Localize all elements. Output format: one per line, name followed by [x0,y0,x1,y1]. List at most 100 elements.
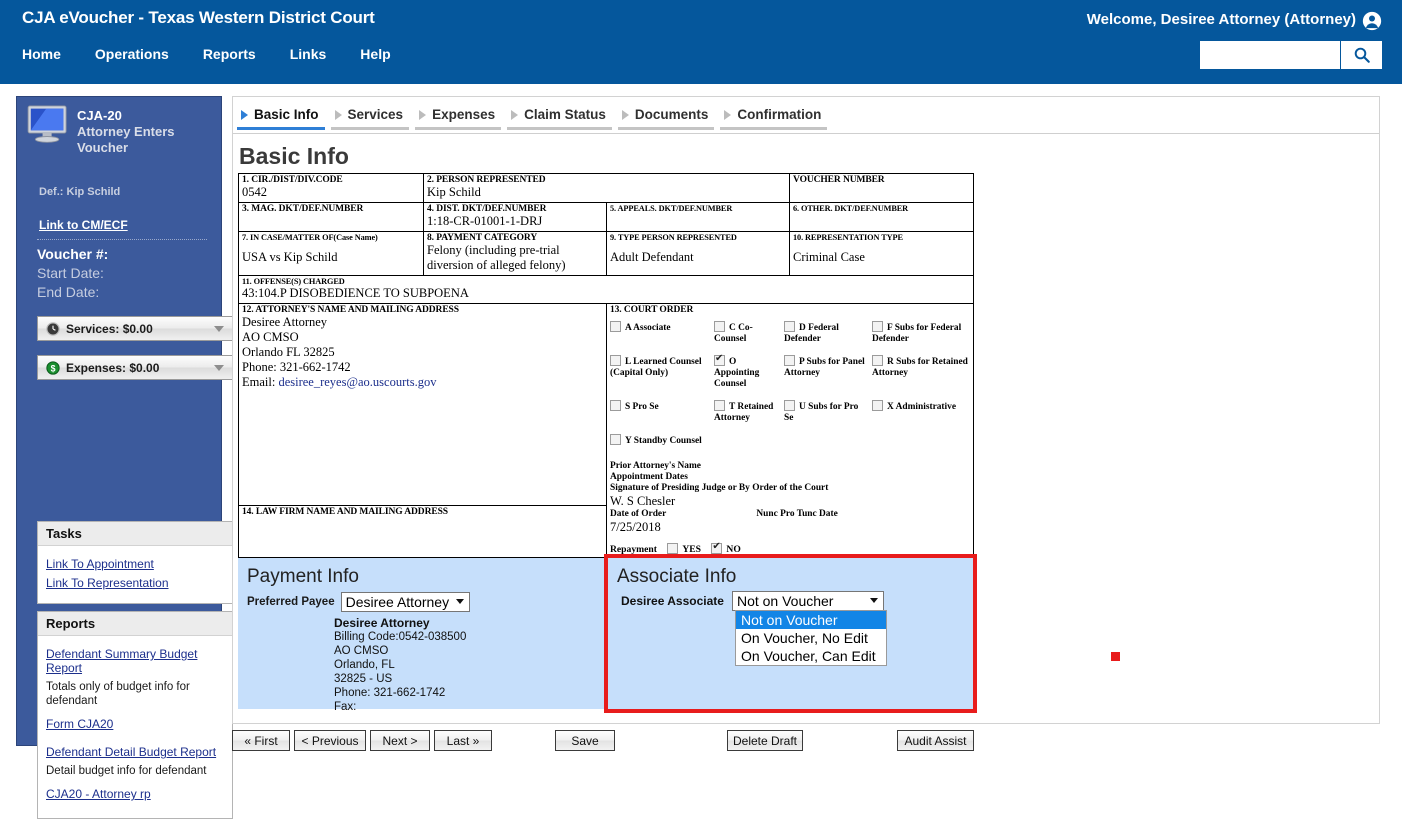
value: Adult Defendant [610,250,786,265]
checkbox-c-co-counsel[interactable]: C Co-Counsel [714,321,784,355]
checkbox-icon[interactable] [872,355,883,366]
search-icon [1353,46,1371,64]
dropdown-option-on-voucher-can-edit[interactable]: On Voucher, Can Edit [736,647,886,665]
checkbox-p-subs-for-panel-attorney[interactable]: P Subs for Panel Attorney [784,355,872,400]
associate-select[interactable]: Not on Voucher [732,591,884,611]
nav-item-help[interactable]: Help [360,44,408,64]
checkbox-f-subs-for-federal-defender[interactable]: F Subs for Federal Defender [872,321,970,355]
checkbox-icon[interactable] [872,400,883,411]
checkbox-u-subs-for-pro-se[interactable]: U Subs for Pro Se [784,400,872,434]
page-title: Basic Info [239,143,349,170]
triangle-right-icon [419,110,426,120]
payee-phone: Phone: 321-662-1742 [334,686,604,700]
checkbox-icon[interactable] [610,321,621,332]
search-input[interactable] [1200,41,1340,69]
caret-down-icon[interactable] [214,326,224,332]
previous-button[interactable]: < Previous [294,730,366,751]
dropdown-option-not-on-voucher[interactable]: Not on Voucher [736,611,886,629]
attorney-org: AO CMSO [242,330,603,345]
cell-law-firm-name-address: 14. LAW FIRM NAME AND MAILING ADDRESS [239,506,607,558]
nav-item-operations[interactable]: Operations [95,44,187,64]
search-button[interactable] [1340,41,1382,69]
value: Kip Schild [427,185,786,200]
report-link-defendant-detail-budget[interactable]: Defendant Detail Budget Report [46,745,224,759]
associate-selected-value: Not on Voucher [737,593,834,609]
nav-item-links[interactable]: Links [290,44,345,64]
tab-label: Services [348,107,404,122]
tab-confirmation[interactable]: Confirmation [720,107,827,130]
cell-court-order: 13. COURT ORDER A Associate C Co-Counsel… [607,304,974,558]
report-link-defendant-summary-budget[interactable]: Defendant Summary Budget Report [46,647,224,675]
app-title: CJA eVoucher - Texas Western District Co… [22,8,375,28]
nav-item-reports[interactable]: Reports [203,44,274,64]
checkbox-icon[interactable] [714,321,725,332]
welcome-text: Welcome, Desiree Attorney (Attorney) [1087,11,1356,28]
triangle-right-icon [622,110,629,120]
cja20-form-table: 1. CIR./DIST/DIV.CODE 0542 2. PERSON REP… [238,173,974,558]
last-button[interactable]: Last » [434,730,492,751]
cell-representation-type: 10. REPRESENTATION TYPE Criminal Case [790,232,974,276]
tab-expenses[interactable]: Expenses [415,107,501,130]
payee-name: Desiree Attorney [334,616,604,630]
save-button[interactable]: Save [555,730,615,751]
attorney-email-link[interactable]: desiree_reyes@ao.uscourts.gov [278,375,436,389]
payee-city: Orlando, FL [334,658,604,672]
caption: 10. REPRESENTATION TYPE [793,233,970,242]
report-link-cja20-attorney-rp[interactable]: CJA20 - Attorney rp [46,787,224,801]
associate-info-title: Associate Info [608,558,973,588]
dropdown-option-on-voucher-no-edit[interactable]: On Voucher, No Edit [736,629,886,647]
chevron-down-icon [456,599,464,604]
sidebar-expenses-bar[interactable]: $ Expenses: $0.00 [37,355,233,380]
nav-item-home[interactable]: Home [22,44,79,64]
sidebar-services-bar[interactable]: Services: $0.00 [37,316,233,341]
checkbox-t-retained-attorney[interactable]: T Retained Attorney [714,400,784,434]
court-order-footer: Prior Attorney's Name Appointment Dates … [610,461,970,555]
checkbox-label: U Subs for Pro Se [784,402,858,423]
tab-services[interactable]: Services [331,107,410,130]
cell-offenses-charged: 11. OFFENSE(S) CHARGED 43:104.P DISOBEDI… [239,276,974,304]
checkbox-r-subs-for-retained-attorney[interactable]: R Subs for Retained Attorney [872,355,970,400]
checkbox-icon[interactable] [610,434,621,445]
checkbox-l-learned-counsel[interactable]: L Learned Counsel (Capital Only) [610,355,714,400]
preferred-payee-select[interactable]: Desiree Attorney [341,592,471,612]
checkbox-y-standby-counsel[interactable]: Y Standby Counsel [610,434,714,457]
caption: 8. PAYMENT CATEGORY [427,233,603,243]
checkbox-icon[interactable] [872,321,883,332]
caret-down-icon[interactable] [214,365,224,371]
sidebar-defendant: Def.: Kip Schild [39,186,120,198]
checkbox-o-appointing-counsel[interactable]: O Appointing Counsel [714,355,784,400]
checkbox-s-pro-se[interactable]: S Pro Se [610,400,714,434]
report-desc-defendant-summary-budget: Totals only of budget info for defendant [46,680,224,708]
sidebar-item-link-to-appointment[interactable]: Link To Appointment [46,557,224,571]
attorney-email-row: Email: desiree_reyes@ao.uscourts.gov [242,375,603,390]
checkbox-icon[interactable] [610,355,621,366]
report-link-form-cja20[interactable]: Form CJA20 [46,717,224,731]
checkbox-icon-repayment-no[interactable] [711,543,722,554]
first-button[interactable]: « First [232,730,290,751]
reports-title: Reports [38,612,232,636]
audit-assist-button[interactable]: Audit Assist [897,730,974,751]
delete-draft-button[interactable]: Delete Draft [727,730,803,751]
checkbox-a-associate[interactable]: A Associate [610,321,714,355]
checkbox-icon[interactable] [714,400,725,411]
tab-documents[interactable]: Documents [618,107,715,130]
user-circle-icon[interactable] [1362,11,1382,31]
checkbox-x-administrative[interactable]: X Administrative [872,400,970,434]
tab-claim-status[interactable]: Claim Status [507,107,612,130]
sidebar-item-link-to-representation[interactable]: Link To Representation [46,576,224,590]
checkbox-icon[interactable] [784,321,795,332]
associate-dropdown-list[interactable]: Not on Voucher On Voucher, No Edit On Vo… [735,610,887,666]
link-to-cmecf[interactable]: Link to CM/ECF [39,218,128,232]
checkbox-icon[interactable] [610,400,621,411]
tab-basic-info[interactable]: Basic Info [237,107,325,130]
tasks-panel: Tasks Link To Appointment Link To Repres… [37,521,233,604]
checkbox-icon-repayment-yes[interactable] [667,543,678,554]
checkbox-icon[interactable] [784,400,795,411]
voucher-tabs: Basic Info Services Expenses Claim Statu… [237,107,833,130]
next-button[interactable]: Next > [370,730,430,751]
checkbox-icon[interactable] [784,355,795,366]
checkbox-icon[interactable] [714,355,725,366]
cell-mag-dkt-def-number: 3. MAG. DKT/DEF.NUMBER [239,203,424,232]
checkbox-d-federal-defender[interactable]: D Federal Defender [784,321,872,355]
payment-info-title: Payment Info [238,558,604,588]
